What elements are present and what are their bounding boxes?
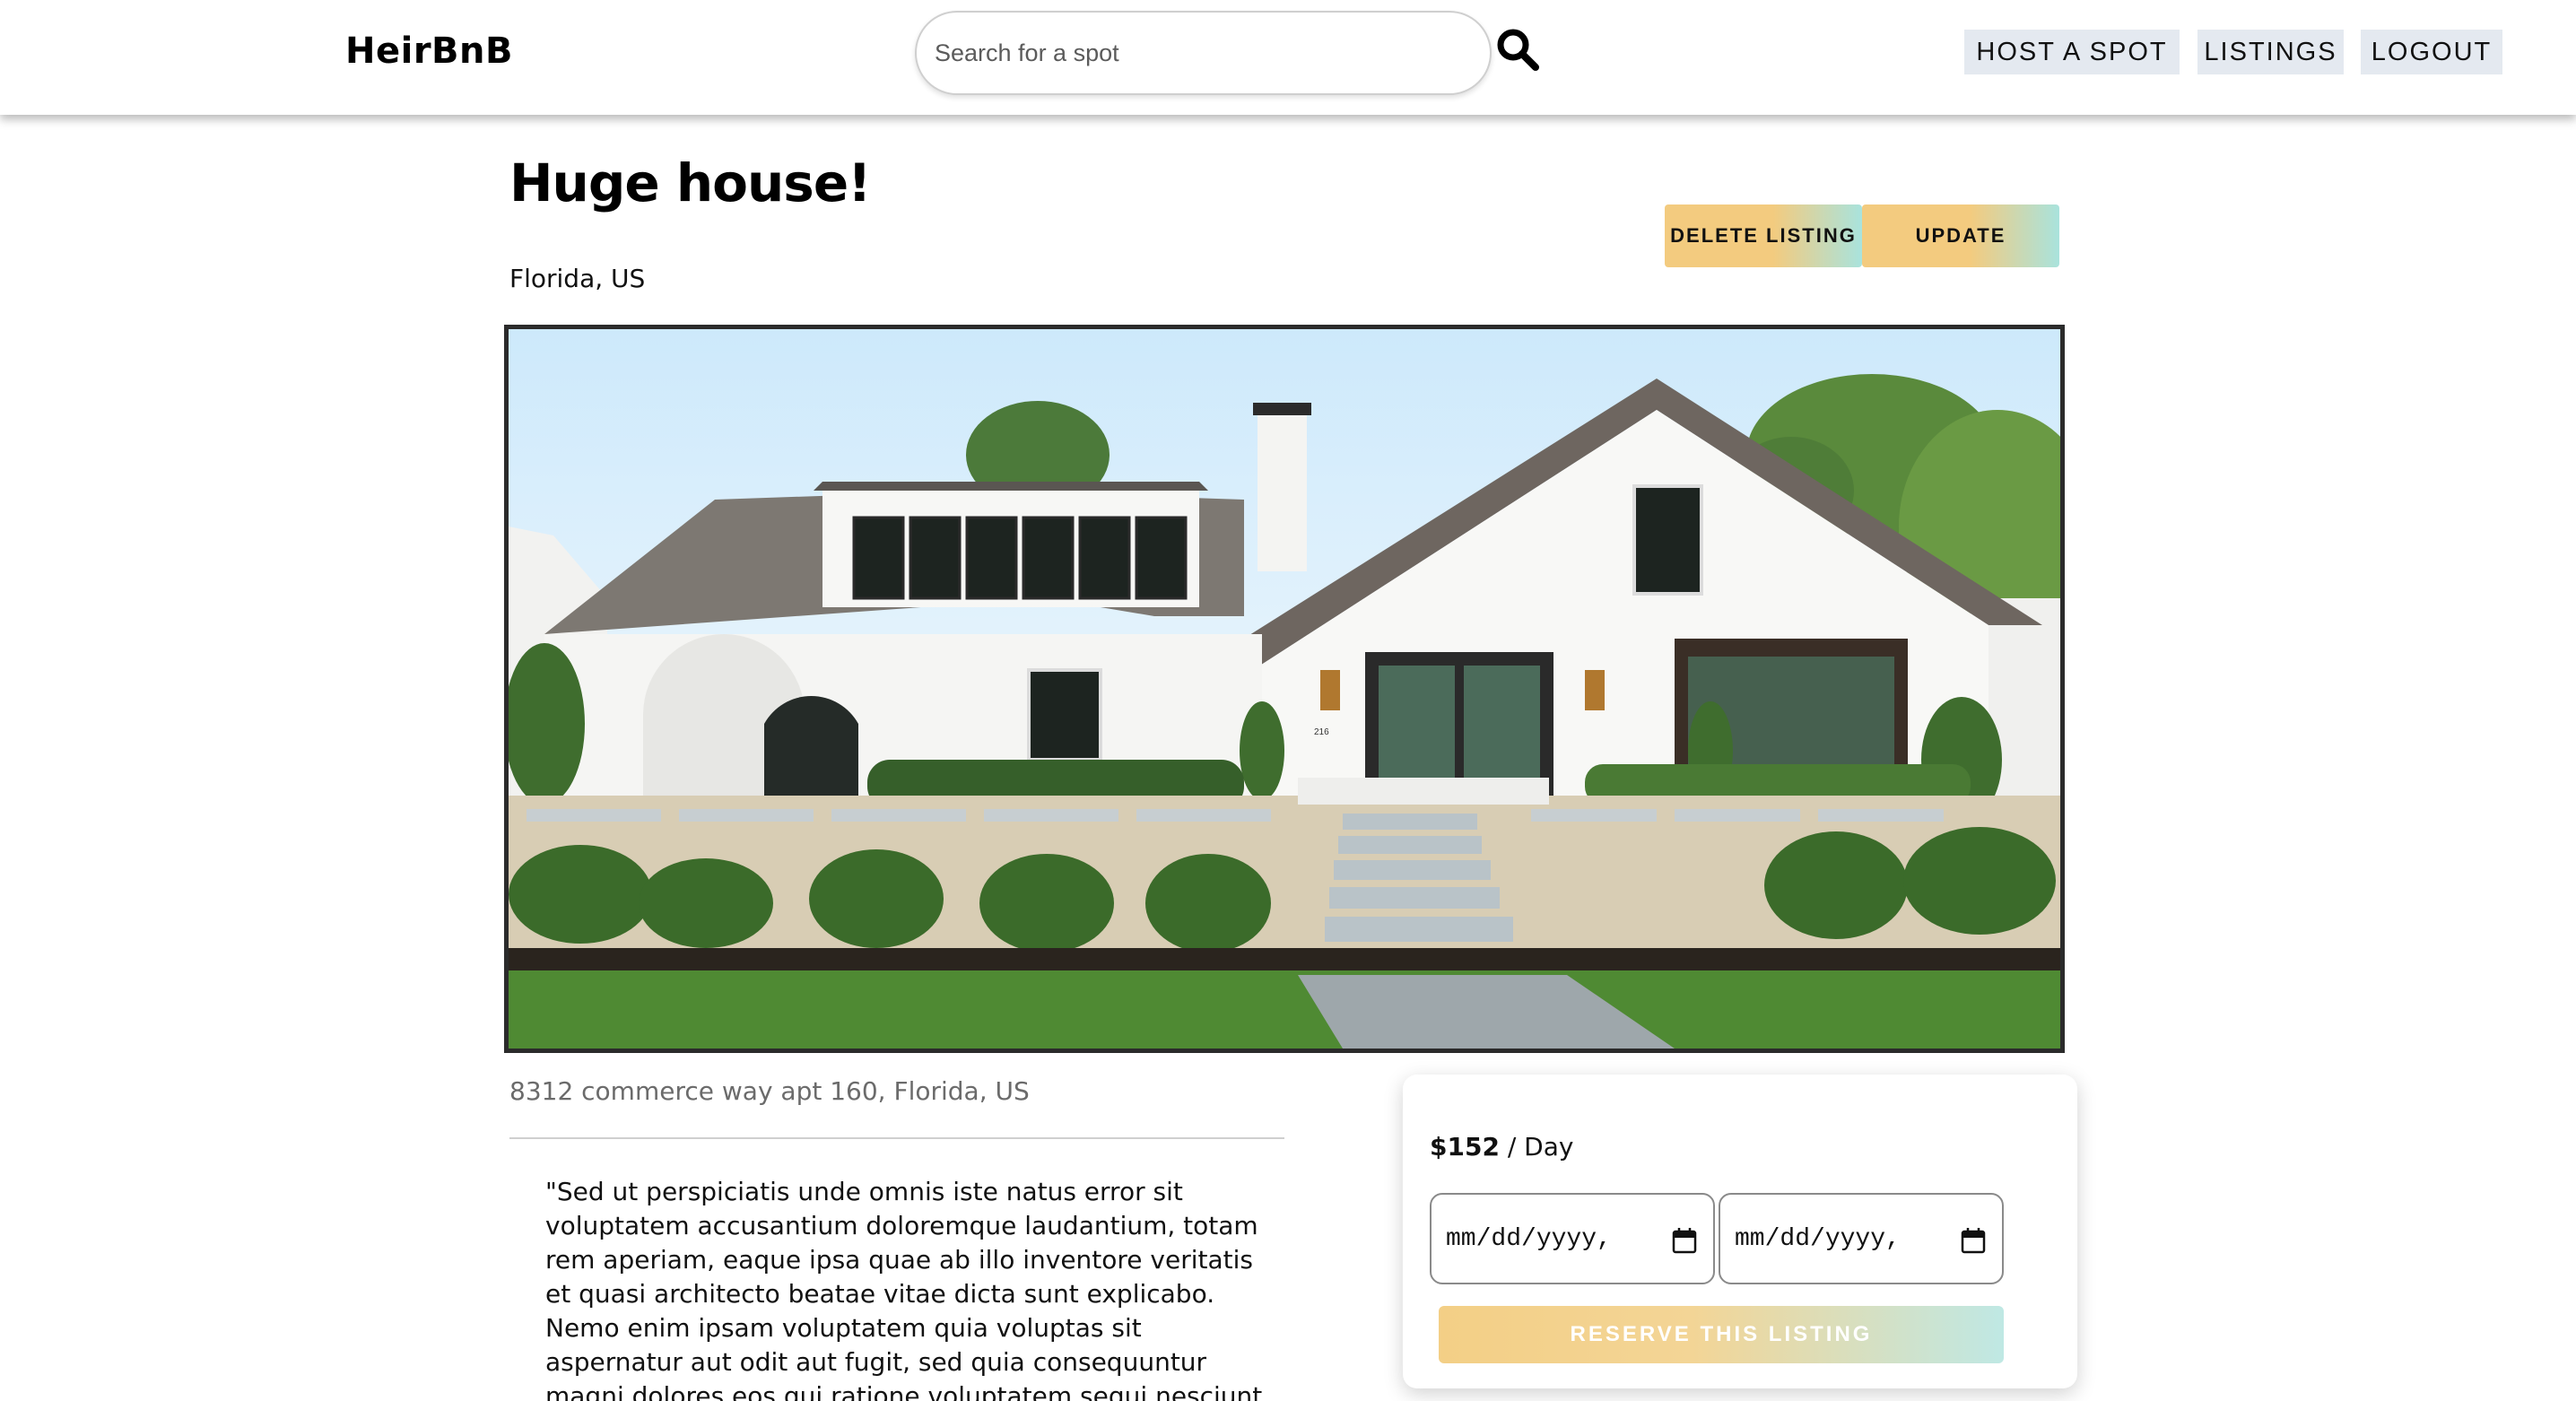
reserve-listing-button[interactable]: RESERVE THIS LISTING bbox=[1439, 1306, 2004, 1363]
brand-logo[interactable]: HeirBnB bbox=[345, 30, 513, 72]
delete-listing-button[interactable]: DELETE LISTING bbox=[1665, 204, 1862, 267]
price-unit: / Day bbox=[1499, 1132, 1574, 1162]
end-date-input[interactable]: mm/dd/yyyy, bbox=[1719, 1193, 2004, 1284]
update-listing-button[interactable]: UPDATE bbox=[1862, 204, 2059, 267]
house-illustration: 216 bbox=[509, 329, 2060, 1049]
start-date-value: mm/dd/yyyy, bbox=[1446, 1224, 1612, 1253]
search-bar bbox=[915, 11, 1492, 95]
start-date-input[interactable]: mm/dd/yyyy, bbox=[1430, 1193, 1715, 1284]
listing-title: Huge house! bbox=[509, 152, 872, 213]
listing-location: Florida, US bbox=[509, 264, 646, 293]
logout-button[interactable]: LOGOUT bbox=[2361, 30, 2502, 74]
listing-description: "Sed ut perspiciatis unde omnis iste nat… bbox=[545, 1177, 1271, 1401]
search-input[interactable] bbox=[935, 13, 1473, 93]
calendar-icon[interactable] bbox=[1672, 1227, 1697, 1254]
listings-button[interactable]: LISTINGS bbox=[2197, 30, 2344, 74]
end-date-value: mm/dd/yyyy, bbox=[1735, 1224, 1901, 1253]
calendar-icon[interactable] bbox=[1961, 1227, 1986, 1254]
search-icon[interactable] bbox=[1495, 27, 1540, 72]
top-navbar: HeirBnB HOST A SPOT LISTINGS LOGOUT bbox=[0, 0, 2576, 115]
price-amount: $152 bbox=[1430, 1132, 1500, 1162]
listing-photo: 216 bbox=[504, 325, 2065, 1053]
host-a-spot-button[interactable]: HOST A SPOT bbox=[1964, 30, 2180, 74]
section-divider bbox=[509, 1137, 1284, 1139]
price-per-day: $152 / Day bbox=[1430, 1132, 1573, 1162]
booking-card: $152 / Day mm/dd/yyyy, mm/dd/yyyy, RESER… bbox=[1403, 1075, 2077, 1388]
listing-address: 8312 commerce way apt 160, Florida, US bbox=[509, 1076, 1030, 1106]
house-number-label: 216 bbox=[1314, 727, 1329, 737]
